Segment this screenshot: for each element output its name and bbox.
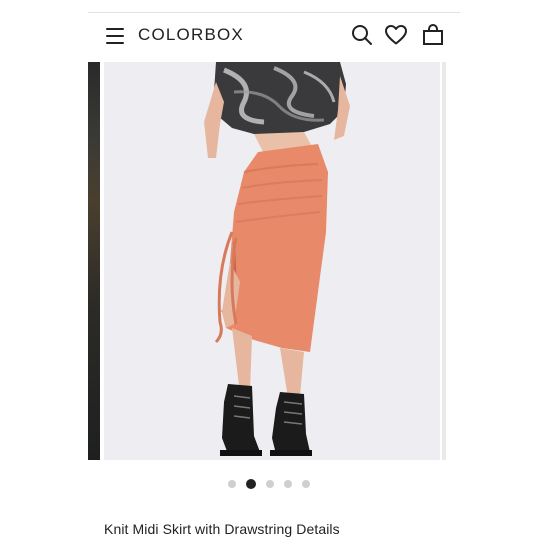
search-icon[interactable] bbox=[350, 23, 374, 47]
carousel-pagination bbox=[228, 478, 323, 490]
carousel-dot-4[interactable] bbox=[284, 480, 292, 488]
site-header: COLORBOX bbox=[88, 13, 460, 59]
product-image-carousel[interactable] bbox=[88, 62, 460, 460]
carousel-dot-3[interactable] bbox=[266, 480, 274, 488]
product-photo[interactable] bbox=[104, 62, 440, 460]
next-slide-preview[interactable] bbox=[440, 62, 460, 460]
product-title: Knit Midi Skirt with Drawstring Details bbox=[104, 521, 340, 537]
bag-icon[interactable] bbox=[421, 23, 445, 47]
menu-icon[interactable] bbox=[104, 25, 126, 47]
brand-logo[interactable]: COLORBOX bbox=[138, 25, 244, 45]
carousel-dot-2-active[interactable] bbox=[246, 479, 256, 489]
carousel-dot-5[interactable] bbox=[302, 480, 310, 488]
heart-icon[interactable] bbox=[384, 23, 408, 47]
product-photo-illustration bbox=[104, 62, 440, 460]
previous-slide-preview[interactable] bbox=[88, 62, 100, 460]
carousel-dot-1[interactable] bbox=[228, 480, 236, 488]
